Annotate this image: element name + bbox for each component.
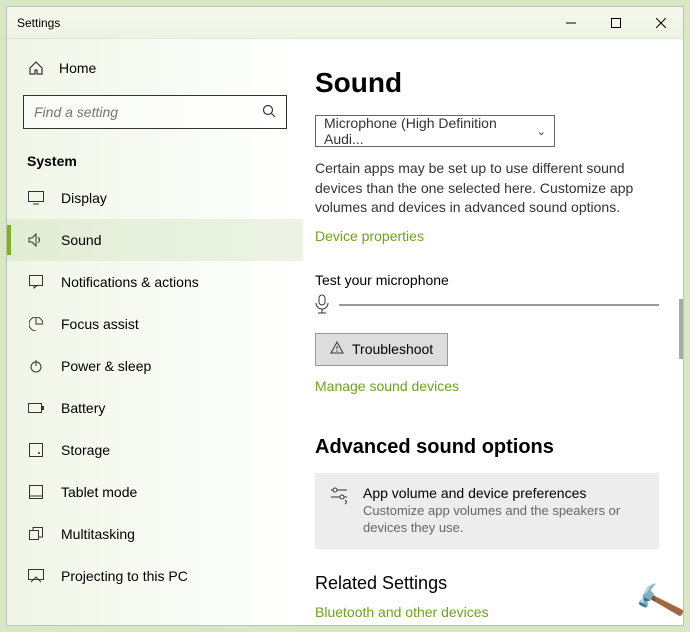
display-icon — [27, 189, 45, 207]
nav-label: Focus assist — [61, 316, 139, 332]
card-title: App volume and device preferences — [363, 485, 645, 501]
sidebar-item-projecting[interactable]: Projecting to this PC — [7, 555, 303, 597]
tablet-icon — [27, 483, 45, 501]
nav-label: Battery — [61, 400, 105, 416]
microphone-icon — [315, 294, 329, 317]
maximize-icon — [611, 18, 621, 28]
nav-label: Projecting to this PC — [61, 568, 188, 584]
storage-icon — [27, 441, 45, 459]
battery-icon — [27, 399, 45, 417]
home-button[interactable]: Home — [7, 51, 303, 85]
manage-devices-link[interactable]: Manage sound devices — [315, 378, 459, 394]
sidebar-item-tablet-mode[interactable]: Tablet mode — [7, 471, 303, 513]
device-properties-link[interactable]: Device properties — [315, 228, 424, 244]
nav-label: Display — [61, 190, 107, 206]
nav-label: Storage — [61, 442, 110, 458]
settings-window: Settings Home System — [6, 6, 684, 626]
sidebar-item-sound[interactable]: Sound — [7, 219, 303, 261]
titlebar: Settings — [7, 7, 683, 39]
app-volume-card[interactable]: App volume and device preferences Custom… — [315, 473, 659, 549]
related-link-bluetooth[interactable]: Bluetooth and other devices — [315, 604, 659, 620]
nav-label: Sound — [61, 232, 101, 248]
window-title: Settings — [17, 16, 60, 30]
troubleshoot-button[interactable]: Troubleshoot — [315, 333, 448, 366]
home-icon — [27, 59, 45, 77]
notifications-icon — [27, 273, 45, 291]
nav-label: Notifications & actions — [61, 274, 199, 290]
mic-level-bar — [339, 304, 659, 306]
advanced-heading: Advanced sound options — [315, 436, 659, 459]
window-body: Home System Display Sound — [7, 39, 683, 625]
minimize-icon — [566, 18, 576, 28]
maximize-button[interactable] — [593, 7, 638, 39]
page-title: Sound — [315, 67, 659, 99]
input-device-dropdown[interactable]: Microphone (High Definition Audi... ⌄ — [315, 115, 555, 147]
nav-label: Multitasking — [61, 526, 135, 542]
sidebar-item-battery[interactable]: Battery — [7, 387, 303, 429]
section-label-system: System — [7, 139, 303, 177]
sidebar: Home System Display Sound — [7, 39, 303, 625]
input-device-note: Certain apps may be set up to use differ… — [315, 159, 659, 218]
chevron-down-icon: ⌄ — [537, 125, 546, 138]
mic-test-row — [315, 294, 659, 317]
sliders-icon — [329, 485, 349, 537]
close-icon — [656, 18, 666, 28]
scrollbar-thumb[interactable] — [679, 299, 683, 359]
nav-label: Power & sleep — [61, 358, 151, 374]
close-button[interactable] — [638, 7, 683, 39]
search-box[interactable] — [23, 95, 287, 129]
card-subtitle: Customize app volumes and the speakers o… — [363, 503, 645, 537]
sidebar-item-display[interactable]: Display — [7, 177, 303, 219]
minimize-button[interactable] — [548, 7, 593, 39]
projecting-icon — [27, 567, 45, 585]
sidebar-item-focus-assist[interactable]: Focus assist — [7, 303, 303, 345]
main-content: Sound Microphone (High Definition Audi..… — [303, 39, 683, 625]
focus-assist-icon — [27, 315, 45, 333]
power-icon — [27, 357, 45, 375]
troubleshoot-label: Troubleshoot — [352, 341, 433, 357]
sidebar-item-storage[interactable]: Storage — [7, 429, 303, 471]
sidebar-item-multitasking[interactable]: Multitasking — [7, 513, 303, 555]
nav-label: Tablet mode — [61, 484, 137, 500]
test-mic-label: Test your microphone — [315, 272, 659, 288]
home-label: Home — [59, 60, 96, 76]
sound-icon — [27, 231, 45, 249]
nav-list: Display Sound Notifications & actions Fo… — [7, 177, 303, 625]
search-input[interactable] — [34, 104, 262, 120]
sidebar-item-notifications[interactable]: Notifications & actions — [7, 261, 303, 303]
sidebar-item-power-sleep[interactable]: Power & sleep — [7, 345, 303, 387]
search-icon — [262, 104, 276, 121]
multitasking-icon — [27, 525, 45, 543]
related-heading: Related Settings — [315, 573, 659, 594]
warning-icon — [330, 341, 344, 358]
dropdown-value: Microphone (High Definition Audi... — [324, 115, 537, 147]
